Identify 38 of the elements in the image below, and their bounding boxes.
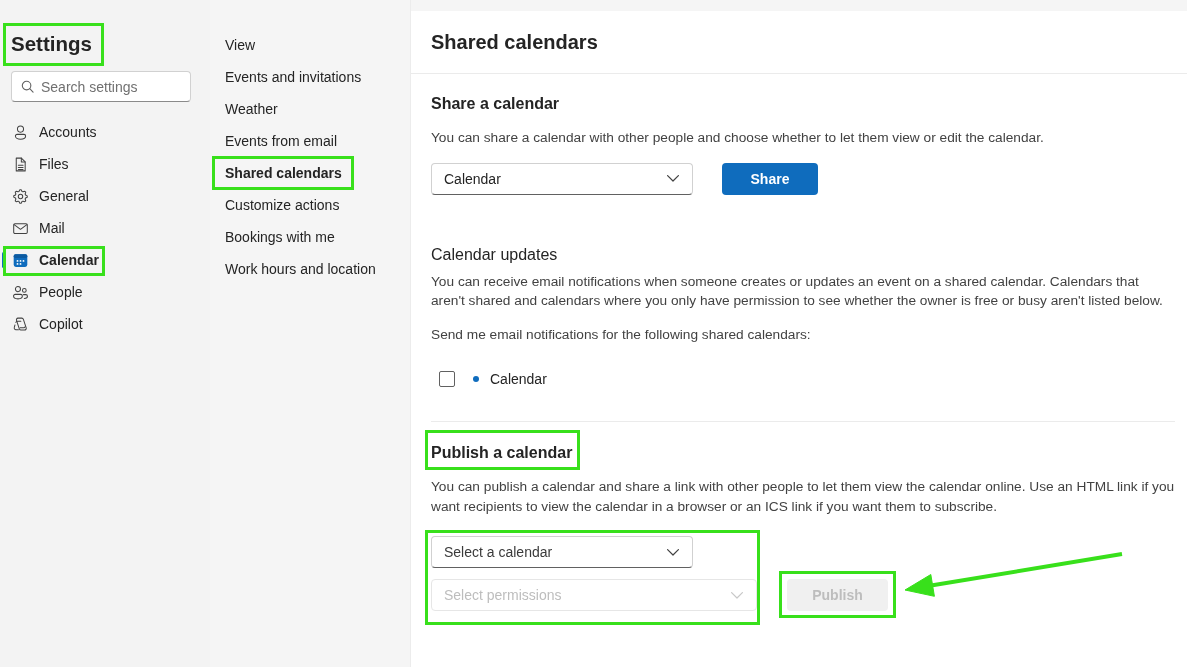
settings-title: Settings	[11, 31, 92, 57]
sidebar-item[interactable]: Files	[0, 148, 210, 180]
section-description: You can share a calendar with other people and choose whether to let them view or edit the calendar.	[431, 130, 1044, 145]
subnav-item[interactable]: Customize actions	[225, 196, 340, 214]
settings-icon	[12, 187, 29, 205]
people-icon	[12, 283, 29, 301]
chevron-down-icon	[667, 548, 679, 556]
section-heading: Publish a calendar	[431, 444, 573, 461]
subnav-item[interactable]: Shared calendars	[225, 164, 342, 182]
page-title: Shared calendars	[431, 30, 598, 54]
subnav-item[interactable]: View	[225, 36, 256, 54]
section-description: You can publish a calendar and share a link with other people to let them view the calendar online. Use an HTML link if you want recipients to view the calendar in a browser or an ICS link if you want them to subscribe.	[431, 479, 1175, 514]
calendar-dropdown[interactable]: Select a calendar	[431, 536, 693, 568]
chevron-down-icon	[667, 175, 679, 182]
sidebar-item[interactable]: Accounts	[0, 116, 210, 148]
calendar-icon	[12, 251, 29, 269]
action-button[interactable]: Share	[722, 162, 818, 195]
chevron-down-icon	[731, 591, 743, 599]
checkbox[interactable]	[439, 371, 455, 387]
section-heading: Share a calendar	[431, 95, 560, 112]
sidebar-item[interactable]: Copilot	[0, 308, 210, 340]
notification-prompt: Send me email notifications for the following shared calendars:	[431, 326, 811, 342]
calendar-name: Calendar	[490, 371, 547, 387]
sidebar-item[interactable]: People	[0, 276, 210, 308]
subnav-item[interactable]: Bookings with me	[225, 228, 335, 246]
sidebar-item[interactable]: General	[0, 180, 210, 212]
person-icon	[12, 123, 29, 141]
search-field[interactable]: Search settings	[11, 71, 191, 102]
subnav-item[interactable]: Events and invitations	[225, 68, 362, 86]
subnav-item[interactable]: Events from email	[225, 132, 338, 150]
subnav-item[interactable]: Weather	[225, 100, 278, 118]
calendar-dropdown[interactable]: Calendar	[431, 162, 693, 195]
search-icon	[21, 80, 34, 93]
sidebar-item[interactable]: Mail	[0, 212, 210, 244]
section-heading: Calendar updates	[431, 245, 558, 263]
section-description: You can receive email notifications when someone creates or updates an event on a shared calendar. Calendars that aren't shared and calendars where you only have permission to see whether the owner is free or busy aren't listed below.	[431, 273, 1163, 308]
subnav-item[interactable]: Work hours and location	[225, 260, 376, 278]
logo-icon	[12, 315, 29, 333]
